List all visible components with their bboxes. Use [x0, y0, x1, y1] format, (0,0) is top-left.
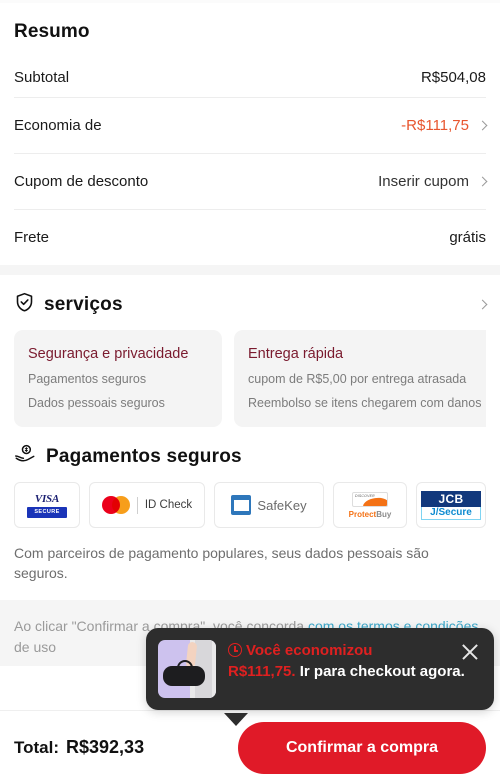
jsecure-label: J/Secure [421, 506, 481, 520]
payments-note: Com parceiros de pagamento populares, se… [14, 545, 429, 581]
service-card-line: Dados pessoais seguros [28, 395, 165, 410]
safekey-label: SafeKey [257, 497, 307, 513]
discover-card-icon: DISCOVER [352, 491, 388, 507]
coupon-action-label: Inserir cupom [378, 173, 469, 190]
service-card-line: cupom de R$5,00 por entrega atrasada [248, 372, 467, 386]
summary-row-subtotal: Subtotal R$504,08 [14, 57, 486, 97]
shield-check-icon [14, 291, 35, 318]
summary-row-value: -R$111,75 [401, 117, 488, 134]
discover-protectbuy-logo: DISCOVER ProtectBuy [333, 482, 407, 528]
clock-icon [228, 643, 242, 657]
savings-amount: -R$111,75 [401, 117, 469, 134]
toast-pointer [224, 713, 248, 726]
summary-row-value: Inserir cupom [378, 173, 488, 190]
service-card-line: Reembolso se itens chegarem com danos [248, 395, 482, 410]
checkout-bottom-bar: Total: R$392,33 Confirmar a compra [0, 710, 500, 784]
order-summary-section: Resumo Subtotal R$504,08 Economia de -R$… [0, 3, 500, 265]
visa-secure-chip: SECURE [27, 506, 67, 518]
visa-secure-logo: VISA SECURE [14, 482, 80, 528]
service-card[interactable]: Segurança e privacidade Pagamentos segur… [14, 330, 222, 427]
summary-row-frete: Frete grátis [14, 209, 486, 265]
confirm-purchase-button[interactable]: Confirmar a compra [238, 721, 486, 774]
chevron-right-icon[interactable] [477, 299, 488, 310]
service-card-title: Entrega rápida [248, 346, 344, 362]
summary-row-label: Economia de [14, 117, 102, 134]
toast-amount: R$111,75. [228, 662, 296, 680]
section-divider-band [0, 265, 500, 275]
toast-detail-row: R$111,75. Ir para checkout agora. [228, 662, 482, 683]
total-label: Total: [14, 738, 60, 757]
summary-row-label: Cupom de desconto [14, 173, 149, 190]
terms-suffix: de uso [14, 638, 57, 655]
toast-headline: Você economizou [246, 642, 373, 659]
chevron-right-icon [477, 120, 488, 131]
amex-icon [231, 495, 252, 515]
services-header[interactable]: serviços [14, 275, 488, 330]
summary-row-cupom[interactable]: Cupom de desconto Inserir cupom [14, 153, 488, 209]
payments-header: Pagamentos seguros [14, 427, 486, 482]
visa-wordmark: VISA [34, 492, 60, 505]
summary-row-label: Frete [14, 229, 50, 246]
services-section: serviços Segurança e privacidade Pagamen… [0, 275, 500, 427]
product-thumbnail [158, 640, 216, 698]
checkout-summary-screen: Resumo Subtotal R$504,08 Economia de -R$… [0, 0, 500, 784]
summary-row-label: Subtotal [14, 68, 70, 86]
savings-toast[interactable]: Você economizou R$111,75. Ir para checko… [146, 628, 494, 710]
total-value: R$392,33 [66, 737, 145, 757]
page-title: Resumo [14, 21, 90, 42]
total-display: Total: R$392,33 [14, 737, 144, 758]
services-card-list: Segurança e privacidade Pagamentos segur… [14, 330, 486, 427]
jcb-wordmark: JCB [421, 490, 481, 507]
mastercard-circles-icon [101, 496, 130, 514]
hand-coin-icon [14, 443, 37, 470]
id-check-label: ID Check [144, 499, 193, 511]
toast-cta[interactable]: Ir para checkout agora. [300, 663, 465, 680]
payments-title: Pagamentos seguros [46, 445, 242, 467]
toast-headline-row: Você economizou [228, 641, 482, 662]
summary-row-economia[interactable]: Economia de -R$111,75 [14, 97, 488, 153]
service-card-line: Pagamentos seguros [28, 372, 147, 386]
payment-logo-row: VISA SECURE ID Check SafeKey DISCOVER Pr… [14, 482, 486, 528]
protectbuy-label: ProtectBuy [348, 509, 392, 519]
close-icon[interactable] [460, 642, 480, 662]
summary-row-value: grátis [449, 229, 486, 246]
service-card[interactable]: Entrega rápida cupom de R$5,00 por entre… [234, 330, 486, 427]
secure-payments-section: Pagamentos seguros VISA SECURE ID Check [0, 427, 500, 600]
amex-safekey-logo: SafeKey [214, 482, 324, 528]
service-card-title: Segurança e privacidade [28, 346, 189, 362]
mastercard-id-check-logo: ID Check [89, 482, 205, 528]
summary-row-value: R$504,08 [420, 68, 486, 86]
services-title: serviços [44, 293, 123, 315]
divider [136, 496, 138, 514]
toast-message: Você economizou R$111,75. Ir para checko… [228, 640, 482, 698]
jcb-jsecure-logo: JCB J/Secure [416, 482, 486, 528]
chevron-right-icon [477, 176, 488, 187]
